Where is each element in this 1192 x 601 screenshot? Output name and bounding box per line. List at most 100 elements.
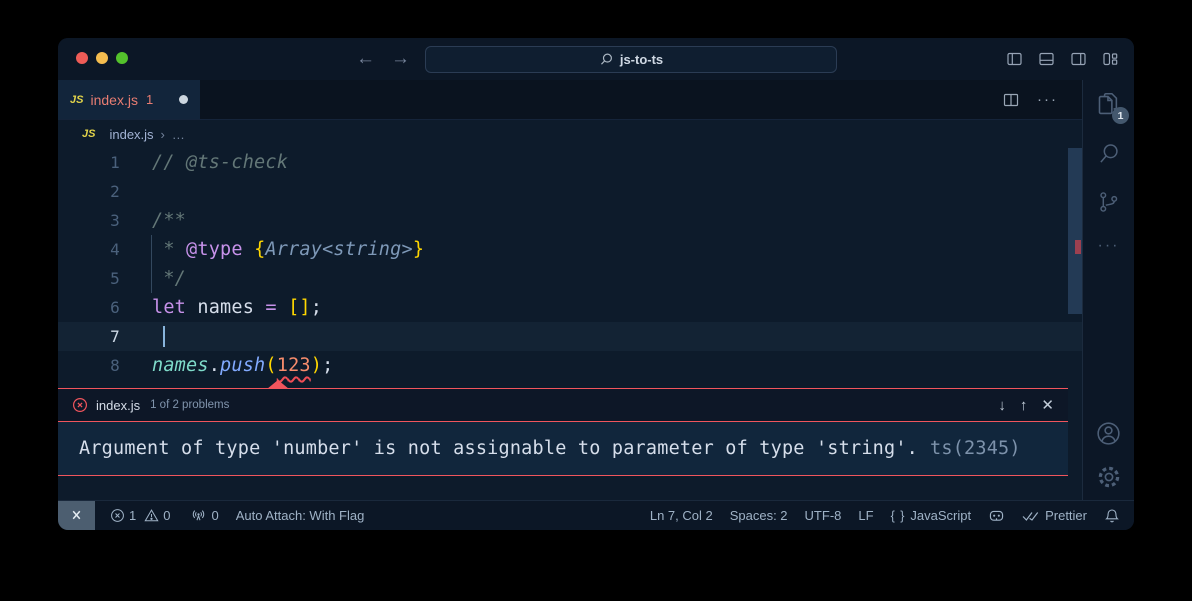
code-text: // @ts-check [152, 152, 288, 173]
settings-item[interactable] [1095, 463, 1123, 491]
account-icon [1095, 420, 1122, 447]
line-number[interactable]: 4 [58, 240, 120, 259]
code-text: */ [152, 268, 186, 289]
line-number[interactable]: 6 [58, 298, 120, 317]
search-icon [1096, 141, 1122, 167]
next-problem-button[interactable]: ↓ [998, 397, 1006, 414]
sidebar-item-source-control[interactable] [1096, 189, 1121, 215]
error-message-text: Argument of type 'number' is not assigna… [79, 438, 918, 459]
line-number[interactable]: 3 [58, 211, 120, 230]
breadcrumb-file[interactable]: index.js [109, 127, 153, 142]
remote-icon [69, 508, 84, 523]
status-bar: 1 0 0 Auto Attach: With Flag Ln 7, Col 2… [58, 500, 1134, 530]
remote-indicator[interactable] [58, 501, 95, 530]
warnings-icon [144, 508, 159, 523]
code-line[interactable]: 2 [58, 177, 1082, 206]
command-center-search[interactable]: js-to-ts [425, 46, 837, 73]
bell-icon [1104, 508, 1120, 524]
code-line[interactable]: 6 let names = []; [58, 293, 1082, 322]
line-number[interactable]: 1 [58, 153, 120, 172]
zoom-window-button[interactable] [116, 52, 128, 64]
peek-pointer [267, 380, 289, 389]
indentation-status[interactable]: Spaces: 2 [730, 508, 788, 523]
error-count: 1 [129, 508, 136, 523]
peek-file: index.js [96, 398, 140, 413]
radio-tower-icon [191, 508, 206, 523]
code-line[interactable]: 5 */ [58, 264, 1082, 293]
navigate-back-button[interactable]: ← [356, 48, 375, 70]
line-number[interactable]: 8 [58, 356, 120, 375]
traffic-lights [76, 52, 128, 64]
more-views-icon: ··· [1098, 237, 1120, 254]
code-line[interactable]: 8names.push(123); [58, 351, 1082, 380]
ports-count: 0 [211, 508, 218, 523]
split-editor-icon[interactable] [1003, 92, 1019, 108]
peek-problem-counter: 1 of 2 problems [150, 399, 229, 411]
notifications-status[interactable] [1104, 508, 1120, 524]
toggle-secondary-sidebar-icon[interactable] [1070, 51, 1087, 67]
peek-error-message[interactable]: Argument of type 'number' is not assigna… [58, 422, 1068, 476]
toggle-panel-icon[interactable] [1038, 51, 1055, 67]
tab-problem-count: 1 [146, 92, 153, 107]
search-icon [599, 52, 614, 67]
code-editor[interactable]: 1 // @ts-check 2 3 /** 4 * @type {Array<strin… [58, 148, 1082, 500]
auto-attach-status[interactable]: Auto Attach: With Flag [236, 508, 365, 523]
code-line[interactable]: 1 // @ts-check [58, 148, 1082, 177]
cursor-position-status[interactable]: Ln 7, Col 2 [650, 508, 713, 523]
source-control-icon [1096, 189, 1121, 215]
code-line[interactable]: 7 [58, 322, 1082, 351]
tab-index-js[interactable]: JS index.js 1 [58, 80, 200, 119]
close-peek-button[interactable]: ✕ [1041, 396, 1054, 414]
breadcrumb-separator: › [161, 127, 165, 142]
ports-status[interactable]: 0 [191, 508, 218, 523]
line-number[interactable]: 7 [58, 327, 120, 346]
text-cursor [163, 326, 165, 347]
sidebar-item-search[interactable] [1096, 141, 1122, 167]
error-code[interactable]: ts(2345) [930, 438, 1021, 459]
sidebar-item-explorer[interactable]: 1 [1095, 91, 1122, 119]
previous-problem-button[interactable]: ↑ [1020, 397, 1028, 414]
javascript-file-icon: JS [82, 128, 95, 140]
copilot-status[interactable] [988, 507, 1005, 524]
copilot-icon [988, 507, 1005, 524]
breadcrumb: JS index.js › … [58, 120, 1082, 148]
eol-status[interactable]: LF [858, 508, 873, 523]
error-icon [72, 397, 88, 413]
code-line[interactable]: 3 /** [58, 206, 1082, 235]
tab-bar: JS index.js 1 ··· [58, 80, 1082, 120]
formatter-status[interactable]: Prettier [1022, 508, 1087, 523]
editor-group: JS index.js 1 ··· JS index.js › … [58, 80, 1082, 500]
encoding-status[interactable]: UTF-8 [805, 508, 842, 523]
line-number[interactable]: 5 [58, 269, 120, 288]
code-lines: 1 // @ts-check 2 3 /** 4 * @type {Array<strin… [58, 148, 1082, 380]
customize-layout-icon[interactable] [1102, 51, 1119, 67]
vscode-window: ← → js-to-ts [58, 38, 1134, 530]
close-window-button[interactable] [76, 52, 88, 64]
more-actions-icon[interactable]: ··· [1037, 91, 1058, 108]
code-line[interactable]: 4 * @type {Array<string>} [58, 235, 1082, 264]
code-text: * @type {Array<string>} [152, 239, 424, 260]
breadcrumb-symbol[interactable]: … [172, 127, 185, 142]
explorer-badge: 1 [1112, 107, 1129, 124]
warning-count: 0 [163, 508, 170, 523]
scrollbar-slider[interactable] [1068, 148, 1082, 314]
accounts-item[interactable] [1095, 420, 1122, 447]
code-text: /** [152, 210, 186, 231]
toggle-primary-sidebar-icon[interactable] [1006, 51, 1023, 67]
language-mode-status[interactable]: { } JavaScript [891, 508, 972, 523]
peek-header: index.js 1 of 2 problems ↓ ↑ ✕ [58, 389, 1068, 422]
braces-icon: { } [891, 509, 906, 523]
additional-views-item[interactable]: ··· [1098, 237, 1120, 255]
navigate-forward-button[interactable]: → [391, 48, 410, 70]
code-text [152, 326, 165, 348]
minimize-window-button[interactable] [96, 52, 108, 64]
problems-peek-view: index.js 1 of 2 problems ↓ ↑ ✕ Argument … [58, 388, 1068, 476]
double-check-icon [1022, 509, 1040, 523]
problems-status[interactable]: 1 0 [110, 508, 174, 523]
code-text: let names = []; [152, 297, 322, 318]
line-number[interactable]: 2 [58, 182, 120, 201]
gear-icon [1095, 463, 1123, 491]
unsaved-changes-icon[interactable] [179, 95, 188, 104]
title-bar: ← → js-to-ts [58, 38, 1134, 80]
editor-scrollbar[interactable] [1068, 148, 1082, 500]
